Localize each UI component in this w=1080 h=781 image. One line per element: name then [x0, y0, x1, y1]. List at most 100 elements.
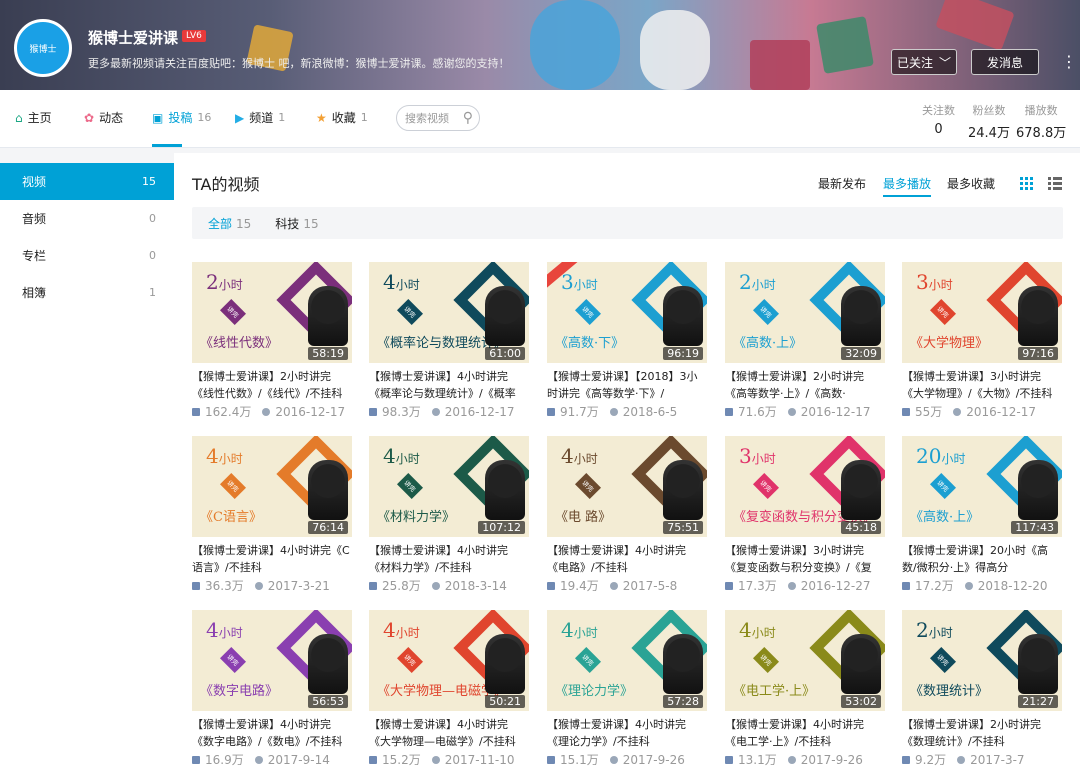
- filter-tech[interactable]: 科技15: [275, 215, 318, 232]
- hours-suffix: 小时: [752, 452, 776, 466]
- video-card[interactable]: 4小时讲完《C语言》76:14【猴博士爱讲课】4小时讲完《C语言》/不挂科36.…: [192, 436, 352, 594]
- video-card[interactable]: 3小时讲完《高数·下》96:19 【猴博士爱讲课】【2018】3小时讲完《高等数学…: [547, 262, 707, 420]
- search-video-input[interactable]: 搜索视频 ⚲: [396, 105, 480, 131]
- sidebar-item-album[interactable]: 相簿 1: [0, 274, 174, 311]
- video-thumbnail[interactable]: 2小时讲完《线性代数》58:19: [192, 262, 352, 363]
- video-thumbnail[interactable]: 4小时讲完《电工学·上》53:02: [725, 610, 885, 711]
- video-card[interactable]: 20小时讲完《高数·上》117:43【猴博士爱讲课】20小时《高数/微积分·上》…: [902, 436, 1062, 594]
- video-duration: 97:16: [1018, 347, 1058, 360]
- video-thumbnail[interactable]: 3小时讲完《大学物理》97:16: [902, 262, 1062, 363]
- search-icon[interactable]: ⚲: [463, 110, 473, 126]
- video-card[interactable]: 4小时讲完《大学物理—电磁学》50:21 【猴博士爱讲课】4小时讲完《大学物理—电…: [369, 610, 529, 768]
- video-title[interactable]: 【猴博士爱讲课】【2018】3小时讲完《高等数学·下》/: [547, 368, 707, 402]
- sidebar-item-video[interactable]: 视频 15: [0, 163, 174, 200]
- video-card[interactable]: 3小时讲完《复变函数与积分变换》45:18 【猴博士爱讲课】3小时讲完《复变函数与…: [725, 436, 885, 594]
- video-title[interactable]: 【猴博士爱讲课】4小时讲完《C语言》/不挂科: [192, 542, 352, 576]
- play-count-icon: [725, 582, 733, 590]
- video-title[interactable]: 【猴博士爱讲课】20小时《高数/微积分·上》得高分: [902, 542, 1062, 576]
- video-meta: 162.4万2016-12-17: [192, 403, 352, 420]
- thumbnail-hours: 4小时: [383, 270, 420, 294]
- stat-label: 关注数: [922, 102, 955, 118]
- play-count: 91.7万: [560, 403, 599, 420]
- more-options-icon[interactable]: ⋮: [1061, 52, 1077, 71]
- video-card[interactable]: 3小时讲完《大学物理》97:16 【猴博士爱讲课】3小时讲完《大学物理》/《大物》…: [902, 262, 1062, 420]
- video-meta: 13.1万2017-9-26: [725, 751, 885, 768]
- stat-fans[interactable]: 粉丝数 24.4万: [968, 102, 1010, 141]
- thumbnail-stamp: 讲完: [930, 473, 956, 499]
- video-thumbnail[interactable]: 4小时讲完《材料力学》107:12: [369, 436, 529, 537]
- video-title[interactable]: 【猴博士爱讲课】4小时讲完《材料力学》/不挂科: [369, 542, 529, 576]
- video-card[interactable]: 2小时讲完《高数·上》32:09 【猴博士爱讲课】2小时讲完《高等数学·上》/《高…: [725, 262, 885, 420]
- video-card[interactable]: 4小时讲完《概率论与数理统计》61:00 【猴博士爱讲课】4小时讲完《概率论与数理…: [369, 262, 529, 420]
- clock-icon: [788, 408, 796, 416]
- video-card[interactable]: 4小时讲完《电工学·上》53:02 【猴博士爱讲课】4小时讲完《电工学·上》/不挂…: [725, 610, 885, 768]
- clock-icon: [255, 582, 263, 590]
- tab-favorites[interactable]: ★ 收藏 1: [316, 109, 368, 126]
- sidebar-item-audio[interactable]: 音频 0: [0, 200, 174, 237]
- video-title[interactable]: 【猴博士爱讲课】4小时讲完《电路》/不挂科: [547, 542, 707, 576]
- sort-newest[interactable]: 最新发布: [818, 175, 866, 192]
- video-thumbnail[interactable]: 4小时讲完《概率论与数理统计》61:00: [369, 262, 529, 363]
- host-portrait: [841, 460, 881, 520]
- thumbnail-hours: 4小时: [206, 444, 243, 468]
- video-title[interactable]: 【猴博士爱讲课】4小时讲完《数字电路》/《数电》/不挂科: [192, 716, 352, 750]
- video-title[interactable]: 【猴博士爱讲课】2小时讲完《高等数学·上》/《高数·: [725, 368, 885, 402]
- sort-most-favorited[interactable]: 最多收藏: [947, 175, 995, 192]
- gift-decoration: [816, 16, 874, 74]
- video-duration: 75:51: [663, 521, 703, 534]
- filter-all[interactable]: 全部15: [208, 215, 251, 232]
- video-title[interactable]: 【猴博士爱讲课】4小时讲完《大学物理—电磁学》/不挂科: [369, 716, 529, 750]
- thumbnail-hours: 20小时: [916, 444, 965, 468]
- video-meta: 25.8万2018-3-14: [369, 577, 529, 594]
- video-card[interactable]: 4小时讲完《材料力学》107:12 【猴博士爱讲课】4小时讲完《材料力学》/不挂科…: [369, 436, 529, 594]
- video-thumbnail[interactable]: 4小时讲完《理论力学》57:28: [547, 610, 707, 711]
- video-thumbnail[interactable]: 4小时讲完《大学物理—电磁学》50:21: [369, 610, 529, 711]
- video-thumbnail[interactable]: 4小时讲完《电 路》75:51: [547, 436, 707, 537]
- tab-home[interactable]: ⌂ 主页: [15, 109, 52, 126]
- grid-view-icon[interactable]: [1020, 177, 1034, 191]
- clock-icon: [255, 756, 263, 764]
- profile-banner: 猴博士 猴博士爱讲课 LV6 更多最新视频请关注百度贴吧：猴博士 吧，新浪微博：…: [0, 0, 1080, 90]
- play-count: 9.2万: [915, 751, 946, 768]
- hours-suffix: 小时: [929, 278, 953, 292]
- video-title[interactable]: 【猴博士爱讲课】4小时讲完《电工学·上》/不挂科: [725, 716, 885, 750]
- video-thumbnail[interactable]: 4小时讲完《C语言》76:14: [192, 436, 352, 537]
- stat-following[interactable]: 关注数 0: [922, 102, 955, 137]
- video-card[interactable]: 2小时讲完《线性代数》58:19 【猴博士爱讲课】2小时讲完《线性代数》/《线代》…: [192, 262, 352, 420]
- video-title[interactable]: 【猴博士爱讲课】4小时讲完《理论力学》/不挂科: [547, 716, 707, 750]
- tab-dynamic[interactable]: ✿ 动态: [84, 109, 123, 126]
- video-title[interactable]: 【猴博士爱讲课】3小时讲完《复变函数与积分变换》/《复: [725, 542, 885, 576]
- list-view-icon[interactable]: [1048, 177, 1062, 191]
- video-title[interactable]: 【猴博士爱讲课】2小时讲完《数理统计》/不挂科: [902, 716, 1062, 750]
- video-thumbnail[interactable]: 2小时讲完《数理统计》21:27: [902, 610, 1062, 711]
- video-card[interactable]: 4小时讲完《理论力学》57:28【猴博士爱讲课】4小时讲完《理论力学》/不挂科1…: [547, 610, 707, 768]
- thumbnail-hours: 4小时: [206, 618, 243, 642]
- video-thumbnail[interactable]: 2小时讲完《高数·上》32:09: [725, 262, 885, 363]
- video-title[interactable]: 【猴博士爱讲课】2小时讲完《线性代数》/《线代》/不挂科: [192, 368, 352, 402]
- video-card[interactable]: 2小时讲完《数理统计》21:27 【猴博士爱讲课】2小时讲完《数理统计》/不挂科9…: [902, 610, 1062, 768]
- video-thumbnail[interactable]: 4小时讲完《数字电路》56:53: [192, 610, 352, 711]
- play-count: 17.2万: [915, 577, 954, 594]
- video-duration: 50:21: [485, 695, 525, 708]
- clock-icon: [610, 582, 618, 590]
- message-button[interactable]: 发消息: [971, 49, 1039, 75]
- video-thumbnail[interactable]: 3小时讲完《高数·下》96:19: [547, 262, 707, 363]
- video-thumbnail[interactable]: 3小时讲完《复变函数与积分变换》45:18: [725, 436, 885, 537]
- video-title[interactable]: 【猴博士爱讲课】3小时讲完《大学物理》/《大物》/不挂科: [902, 368, 1062, 402]
- tab-channel[interactable]: ▶ 频道 1: [235, 109, 285, 126]
- hours-value: 20: [916, 444, 941, 468]
- video-thumbnail[interactable]: 20小时讲完《高数·上》117:43: [902, 436, 1062, 537]
- video-card[interactable]: 4小时讲完《数字电路》56:53【猴博士爱讲课】4小时讲完《数字电路》/《数电》…: [192, 610, 352, 768]
- hours-value: 4: [383, 270, 396, 294]
- follow-button[interactable]: 已关注 ﹀: [891, 49, 957, 75]
- upload-date: 2016-12-27: [801, 579, 871, 593]
- sort-most-played[interactable]: 最多播放: [883, 175, 931, 197]
- avatar[interactable]: 猴博士: [14, 19, 72, 77]
- gift-decoration: [750, 40, 810, 90]
- tab-uploads[interactable]: ▣ 投稿 16: [152, 109, 211, 126]
- video-card[interactable]: 4小时讲完《电 路》75:51【猴博士爱讲课】4小时讲完《电路》/不挂科19.4…: [547, 436, 707, 594]
- sidebar-item-article[interactable]: 专栏 0: [0, 237, 174, 274]
- play-count: 162.4万: [205, 403, 251, 420]
- thumbnail-stamp: 讲完: [220, 647, 246, 673]
- video-title[interactable]: 【猴博士爱讲课】4小时讲完《概率论与数理统计》/《概率: [369, 368, 529, 402]
